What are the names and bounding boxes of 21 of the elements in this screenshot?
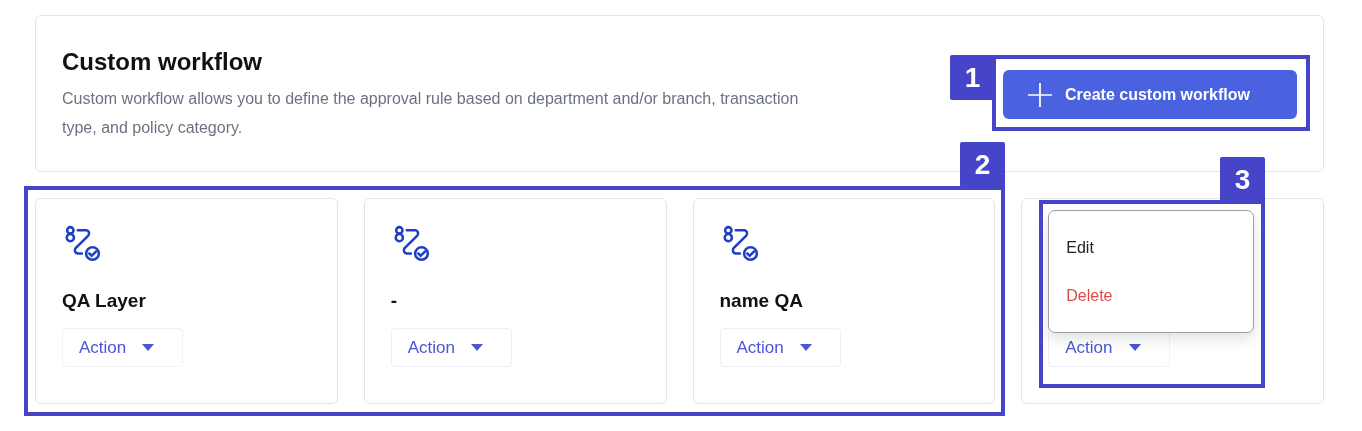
menu-item[interactable]: Edit — [1049, 239, 1254, 287]
workflow-icon — [721, 225, 760, 263]
caret-icon — [799, 344, 812, 351]
workflow-name: name QA — [719, 290, 803, 312]
action-dropdown[interactable]: Action — [62, 328, 184, 367]
callout-number: 2 — [960, 142, 1005, 187]
workflow-icon — [392, 225, 431, 263]
action-dropdown[interactable]: Action — [719, 328, 841, 367]
create-button[interactable]: Create custom workflow — [1003, 70, 1297, 119]
caret-icon — [142, 344, 155, 351]
caret-icon — [1128, 344, 1141, 351]
plus-icon — [1027, 81, 1053, 108]
caret-icon — [471, 344, 483, 351]
workflow-name: - — [390, 290, 398, 312]
callout-number: 3 — [1220, 157, 1265, 202]
page-title: Custom workflow — [62, 48, 263, 76]
workflow-name: QA Layer — [62, 290, 146, 312]
action-dropdown[interactable]: Action — [390, 328, 512, 367]
callout-number: 1 — [950, 55, 995, 100]
description: Custom workflow allows you to define the approval rule based on department and/or branch, transaction type, and policy category. — [62, 89, 800, 138]
workflow-icon — [64, 225, 102, 263]
